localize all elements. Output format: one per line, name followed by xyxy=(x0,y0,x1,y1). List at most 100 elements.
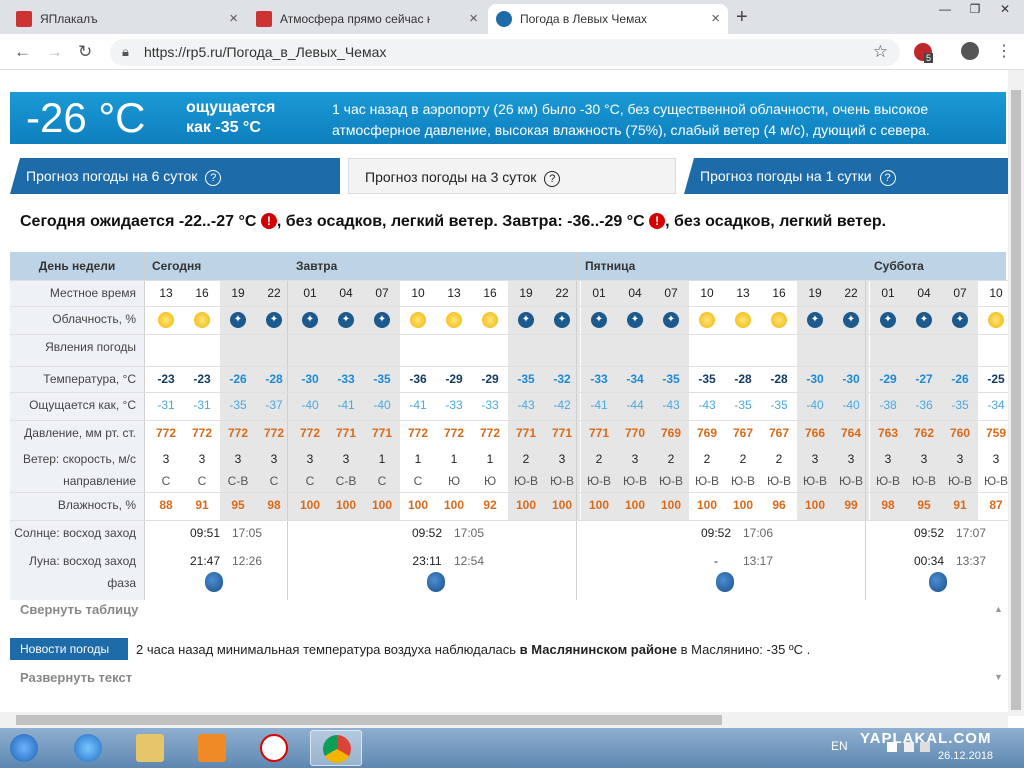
tab-forecast-3-days[interactable]: Прогноз погоды на 3 суток ? xyxy=(348,158,676,194)
close-icon[interactable]: × xyxy=(229,10,238,27)
tab-pogoda[interactable]: Погода в Левых Чемах × xyxy=(488,4,728,34)
network-icon[interactable] xyxy=(904,742,914,752)
humidity-cell: 98 xyxy=(881,498,895,512)
start-button[interactable] xyxy=(2,730,50,766)
help-icon[interactable]: ? xyxy=(205,170,222,186)
clear-night-icon[interactable]: ✦ xyxy=(374,312,390,328)
sunset-time: 17:05 xyxy=(453,526,485,540)
tab-yaplakal[interactable]: ЯПлакалъ × xyxy=(8,4,246,34)
warning-icon[interactable]: ! xyxy=(260,213,277,229)
clear-night-icon[interactable]: ✦ xyxy=(338,312,354,328)
taskbar-media[interactable] xyxy=(186,730,238,766)
reload-icon[interactable]: ↻ xyxy=(78,42,92,62)
forward-arrow-icon[interactable]: → xyxy=(46,42,63,62)
time-cell: 01 xyxy=(592,286,606,300)
url-text: https://rp5.ru/Погода_в_Левых_Чемах xyxy=(144,44,387,60)
help-icon[interactable]: ? xyxy=(879,170,896,186)
temperature-cell: -35 xyxy=(373,372,391,386)
expand-text-link[interactable]: Развернуть текст xyxy=(20,670,132,685)
wind-direction-cell: Ю-В xyxy=(838,474,864,488)
close-icon[interactable]: × xyxy=(711,10,720,27)
back-arrow-icon[interactable]: ← xyxy=(14,42,31,62)
tab-atmosfera[interactable]: Атмосфера прямо сейчас на тр × xyxy=(248,4,486,34)
expand-arrow-icon[interactable]: ▼ xyxy=(994,672,1003,682)
tab-forecast-1-day[interactable]: Прогноз погоды на 1 сутки ? xyxy=(684,158,1008,194)
scroll-thumb[interactable] xyxy=(16,715,722,725)
clear-sun-icon[interactable] xyxy=(699,312,715,328)
news-label[interactable]: Новости погоды xyxy=(10,638,128,660)
bookmark-star-icon[interactable]: ☆ xyxy=(873,42,888,62)
clear-night-icon[interactable]: ✦ xyxy=(663,312,679,328)
clear-sun-icon[interactable] xyxy=(735,312,751,328)
clear-night-icon[interactable]: ✦ xyxy=(518,312,534,328)
humidity-cell: 96 xyxy=(772,498,786,512)
clear-sun-icon[interactable] xyxy=(988,312,1004,328)
show-desktop-icon[interactable] xyxy=(887,742,897,752)
minimize-button[interactable]: — xyxy=(930,0,960,20)
clear-night-icon[interactable]: ✦ xyxy=(952,312,968,328)
clear-sun-icon[interactable] xyxy=(771,312,787,328)
help-icon[interactable]: ? xyxy=(544,171,561,187)
pressure-cell: 767 xyxy=(768,426,790,440)
pressure-cell: 771 xyxy=(335,426,357,440)
feels-cell: -41 xyxy=(590,398,608,412)
taskbar-chrome[interactable] xyxy=(310,730,362,766)
pressure-cell: 772 xyxy=(299,426,321,440)
close-icon[interactable]: × xyxy=(469,10,478,27)
clear-night-icon[interactable]: ✦ xyxy=(627,312,643,328)
temperature-cell: -35 xyxy=(698,372,716,386)
humidity-cell: 91 xyxy=(195,498,209,512)
clear-night-icon[interactable]: ✦ xyxy=(230,312,246,328)
vertical-scrollbar[interactable] xyxy=(1008,70,1024,716)
account-icon[interactable] xyxy=(961,42,979,60)
clear-sun-icon[interactable] xyxy=(194,312,210,328)
news-location-link[interactable]: в Маслянинском районе xyxy=(520,642,677,657)
clear-night-icon[interactable]: ✦ xyxy=(591,312,607,328)
moon-phase-icon[interactable] xyxy=(716,572,734,592)
volume-icon[interactable] xyxy=(920,742,930,752)
new-tab-button[interactable]: + xyxy=(736,6,748,29)
wind-speed-cell: 2 xyxy=(739,452,747,466)
moon-phase-icon[interactable] xyxy=(427,572,445,592)
clear-night-icon[interactable]: ✦ xyxy=(807,312,823,328)
clear-night-icon[interactable]: ✦ xyxy=(302,312,318,328)
clear-sun-icon[interactable] xyxy=(446,312,462,328)
horizontal-scrollbar[interactable] xyxy=(0,712,1008,728)
menu-icon[interactable]: ⋮ xyxy=(996,41,1012,61)
collapse-table-link[interactable]: Свернуть таблицу xyxy=(20,602,138,617)
language-indicator[interactable]: EN xyxy=(831,739,848,753)
clear-night-icon[interactable]: ✦ xyxy=(843,312,859,328)
tab-forecast-6-days[interactable]: Прогноз погоды на 6 суток ? xyxy=(10,158,340,194)
feels-cell: -36 xyxy=(915,398,933,412)
url-field[interactable]: 🔒︎ https://rp5.ru/Погода_в_Левых_Чемах ☆ xyxy=(110,39,900,66)
scroll-thumb[interactable] xyxy=(1011,90,1021,710)
taskbar-yandex[interactable] xyxy=(248,730,300,766)
taskbar-ie[interactable] xyxy=(62,730,114,766)
collapse-arrow-icon[interactable]: ▲ xyxy=(994,604,1003,614)
taskbar-explorer[interactable] xyxy=(124,730,176,766)
humidity-cell: 91 xyxy=(953,498,967,512)
clear-night-icon[interactable]: ✦ xyxy=(880,312,896,328)
restore-button[interactable]: ❐ xyxy=(960,0,990,20)
warning-icon[interactable]: ! xyxy=(649,213,666,229)
summary-tail: , без осадков, легкий ветер. xyxy=(665,213,887,230)
clear-sun-icon[interactable] xyxy=(158,312,174,328)
temperature-cell: -33 xyxy=(337,372,355,386)
clear-sun-icon[interactable] xyxy=(482,312,498,328)
clear-night-icon[interactable]: ✦ xyxy=(266,312,282,328)
clock-date[interactable]: 26.12.2018 xyxy=(938,750,993,762)
row-label-phen: Явления погоды xyxy=(45,340,136,354)
clear-night-icon[interactable]: ✦ xyxy=(916,312,932,328)
humidity-cell: 100 xyxy=(696,498,718,512)
pressure-cell: 770 xyxy=(624,426,646,440)
clear-night-icon[interactable]: ✦ xyxy=(554,312,570,328)
moon-phase-icon[interactable] xyxy=(205,572,223,592)
rp5-favicon-icon xyxy=(496,11,512,27)
time-cell: 10 xyxy=(411,286,425,300)
time-cell: 16 xyxy=(195,286,209,300)
moon-phase-icon[interactable] xyxy=(929,572,947,592)
clear-sun-icon[interactable] xyxy=(410,312,426,328)
time-cell: 19 xyxy=(519,286,533,300)
row-label-sun: Солнце: восход заход xyxy=(14,526,136,540)
close-window-button[interactable]: ✕ xyxy=(988,0,1022,20)
